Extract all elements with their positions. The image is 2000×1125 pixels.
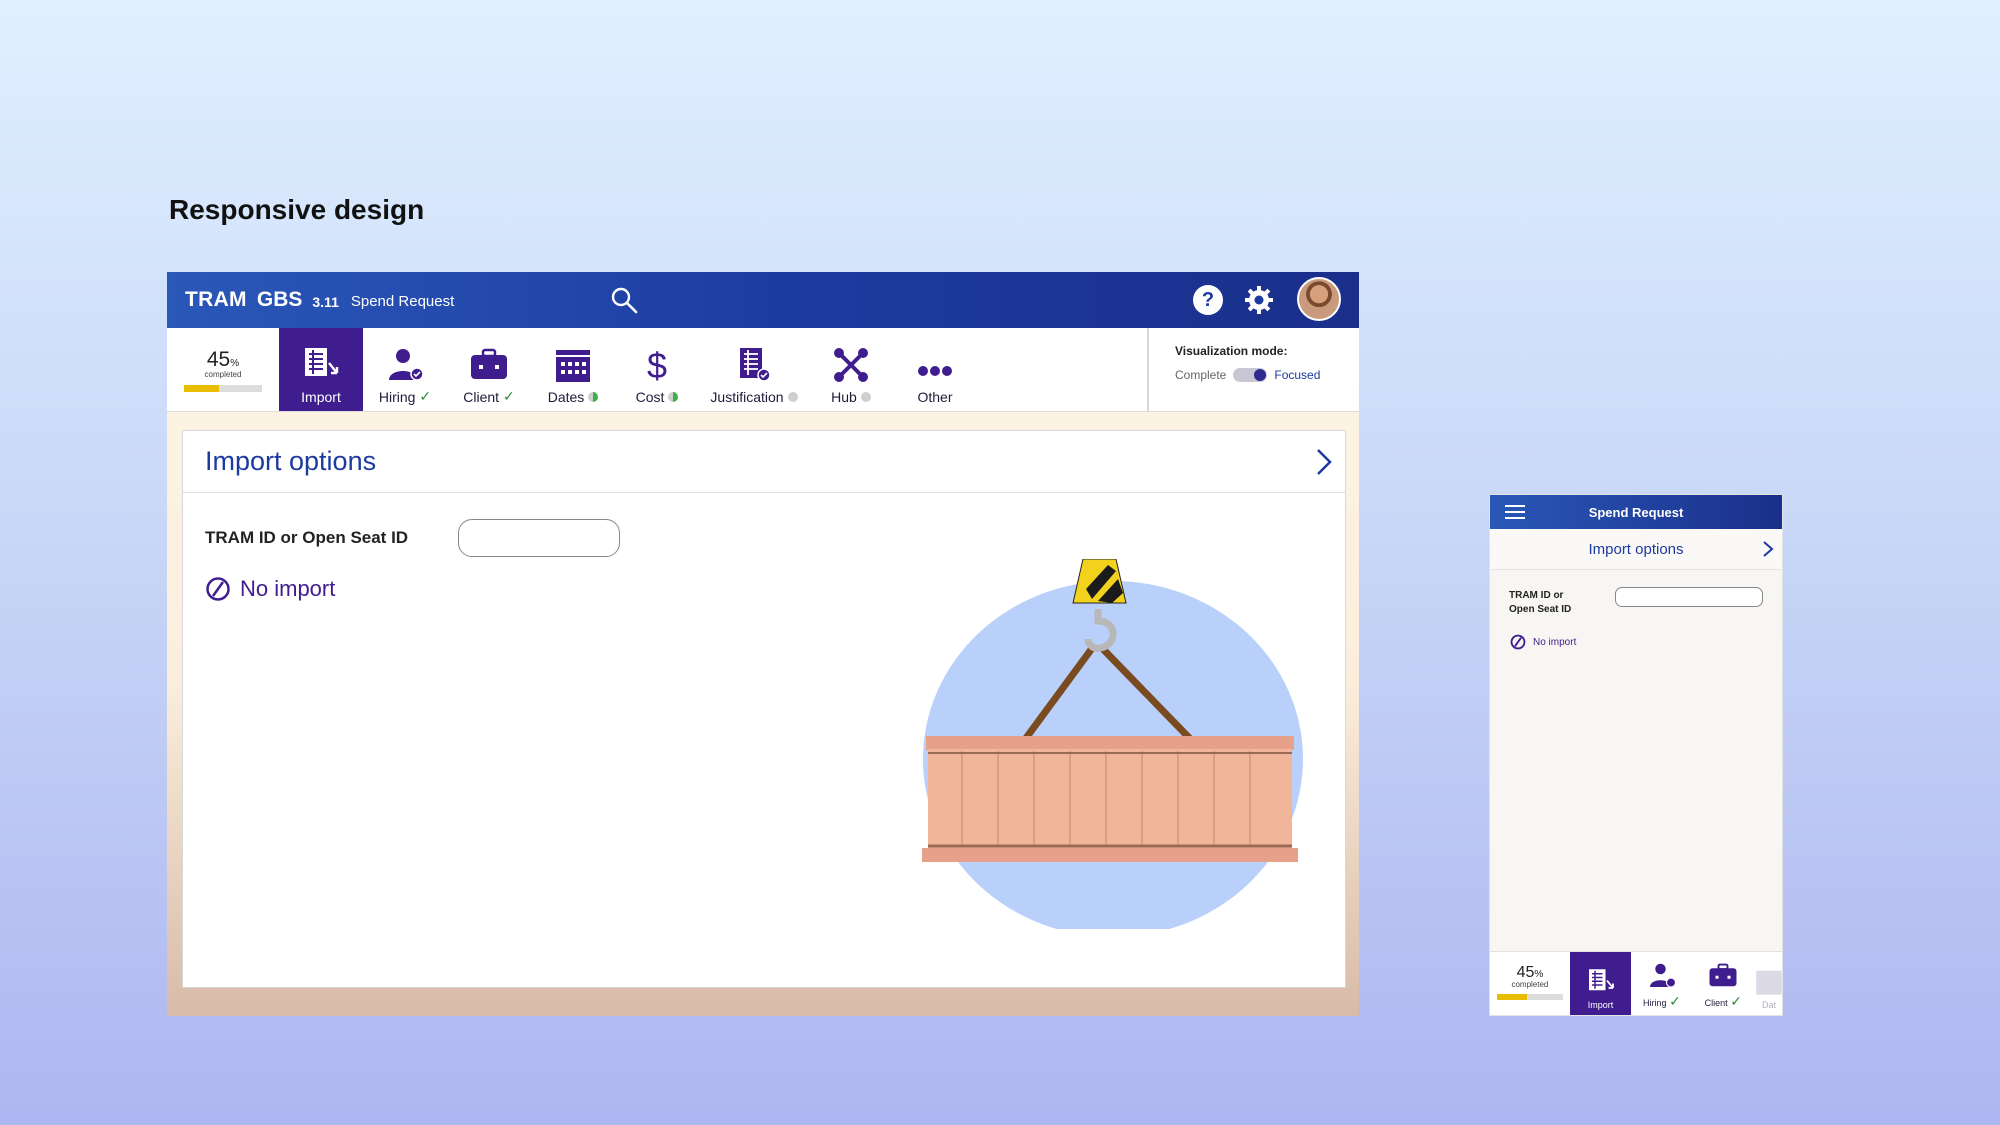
top-bar: TRAM GBS 3.11 Spend Request ? — [167, 272, 1359, 328]
visualization-mode: Visualization mode: Complete Focused — [1147, 328, 1359, 412]
nav-item-hiring[interactable]: Hiring ✓ — [363, 328, 447, 411]
mobile-nav-item-client[interactable]: Client ✓ — [1693, 952, 1754, 1015]
nav-item-justification[interactable]: Justification — [699, 328, 809, 411]
nav-label-cost: Cost — [635, 389, 665, 405]
more-icon — [918, 366, 952, 376]
person-icon — [1649, 963, 1676, 988]
mobile-nav-label-client: Client — [1704, 998, 1728, 1008]
briefcase-icon — [471, 348, 507, 379]
check-icon: ✓ — [419, 388, 432, 404]
page-name: Spend Request — [350, 292, 455, 310]
dollar-icon: $ — [647, 345, 667, 385]
progress-percent: 45% — [206, 348, 240, 371]
no-import-option[interactable]: No import — [205, 576, 335, 602]
svg-text:$: $ — [647, 345, 667, 385]
nav-label-other: Other — [917, 389, 953, 405]
import-options-card: Import options TRAM ID or Open Seat ID N… — [182, 430, 1346, 988]
mobile-step-navigation: 45% completed Import Hiring ✓ Client ✓ D… — [1490, 951, 1782, 1015]
card-title: Import options — [205, 446, 377, 476]
nav-item-dates[interactable]: Dates — [531, 328, 615, 411]
calendar-icon — [556, 350, 590, 382]
mobile-nav-item-import[interactable]: Import — [1569, 952, 1632, 1015]
viz-mode-title: Visualization mode: — [1175, 344, 1288, 358]
person-icon — [389, 349, 424, 381]
nav-label-hiring: Hiring — [378, 388, 416, 405]
briefcase-icon — [1709, 963, 1737, 987]
import-icon — [305, 348, 339, 376]
mobile-no-import-option[interactable]: No import — [1510, 634, 1576, 650]
app-version: 3.11 — [312, 293, 339, 310]
help-icon[interactable]: ? — [1193, 285, 1223, 315]
slide-title: Responsive design — [169, 194, 425, 225]
nav-label-dates: Dates — [547, 389, 585, 405]
mobile-card-header: Import options — [1490, 529, 1782, 570]
progress-indicator: 45% completed — [167, 328, 279, 411]
mobile-progress-label: completed — [1511, 980, 1549, 989]
app-name: TRAM — [185, 288, 247, 311]
mobile-tram-id-label: TRAM ID or Open Seat ID — [1509, 590, 1572, 615]
avatar[interactable] — [1297, 277, 1341, 321]
progress-bar-fill — [184, 385, 220, 392]
mobile-progress-bar-fill — [1496, 994, 1527, 1000]
mobile-nav-item-hiring[interactable]: Hiring ✓ — [1631, 952, 1692, 1015]
crane-container-illustration — [922, 559, 1303, 929]
nav-item-hub[interactable]: Hub — [809, 328, 893, 411]
progress-bar — [184, 385, 262, 392]
check-icon: ✓ — [1730, 993, 1742, 1009]
partial-status-icon — [668, 392, 679, 402]
app-name-secondary: GBS — [256, 288, 303, 311]
hub-icon — [834, 348, 868, 382]
mobile-top-bar: Spend Request — [1490, 495, 1782, 529]
empty-status-icon — [860, 392, 871, 402]
mobile-nav-item-dates[interactable]: Dat — [1754, 952, 1782, 1015]
nav-label-justification: Justification — [710, 389, 784, 405]
tram-id-input[interactable] — [458, 519, 620, 557]
viz-mode-complete-label: Complete — [1175, 368, 1227, 382]
mobile-tram-id-field: TRAM ID or Open Seat ID — [1509, 587, 1763, 617]
calendar-icon — [1756, 970, 1782, 995]
viz-mode-toggle[interactable] — [1233, 368, 1268, 382]
no-entry-icon — [206, 577, 230, 601]
nav-item-import[interactable]: Import — [279, 328, 363, 411]
progress-label: completed — [204, 370, 242, 379]
mobile-card-title: Import options — [1588, 540, 1684, 558]
step-navigation: 45% completed Import Hiring ✓ Client ✓ D… — [167, 328, 1359, 412]
empty-status-icon — [787, 392, 798, 402]
mobile-nav-label-dates: Dat — [1761, 1000, 1776, 1010]
nav-item-cost[interactable]: $ Cost — [615, 328, 699, 411]
nav-label-client: Client — [463, 388, 500, 405]
nav-item-client[interactable]: Client ✓ — [447, 328, 531, 411]
mobile-tram-id-input[interactable] — [1615, 587, 1763, 607]
toggle-knob — [1254, 369, 1267, 381]
check-icon: ✓ — [503, 388, 515, 404]
mobile-nav-label-hiring: Hiring — [1643, 998, 1667, 1008]
chevron-right-icon[interactable] — [1313, 447, 1335, 477]
mobile-page-title: Spend Request — [1588, 504, 1684, 520]
gear-icon[interactable] — [1243, 284, 1275, 316]
no-entry-icon — [1510, 634, 1526, 650]
mobile-mockup: Spend Request Import options TRAM ID or O… — [1489, 494, 1783, 1016]
nav-label-import: Import — [301, 389, 341, 405]
mobile-no-import-label: No import — [1533, 636, 1577, 648]
document-check-icon — [740, 348, 771, 382]
tram-id-field: TRAM ID or Open Seat ID — [205, 519, 620, 557]
nav-label-hub: Hub — [831, 389, 857, 405]
check-icon: ✓ — [1669, 993, 1681, 1009]
no-import-label: No import — [240, 576, 336, 601]
chevron-right-icon[interactable] — [1762, 540, 1774, 558]
partial-status-icon — [588, 392, 599, 402]
search-icon[interactable] — [609, 285, 639, 315]
viz-mode-focused-label: Focused — [1274, 368, 1321, 382]
nav-item-other[interactable]: Other — [893, 328, 977, 411]
mobile-progress-bar — [1496, 994, 1563, 1000]
desktop-mockup: TRAM GBS 3.11 Spend Request ? 45% comple… — [167, 272, 1359, 1016]
mobile-nav-label-import: Import — [1587, 1000, 1614, 1010]
tram-id-label: TRAM ID or Open Seat ID — [205, 528, 409, 547]
hamburger-menu-icon[interactable] — [1504, 504, 1526, 520]
mobile-progress-indicator: 45% completed — [1490, 952, 1570, 1015]
card-header: Import options — [183, 431, 1345, 493]
import-icon — [1588, 969, 1614, 991]
